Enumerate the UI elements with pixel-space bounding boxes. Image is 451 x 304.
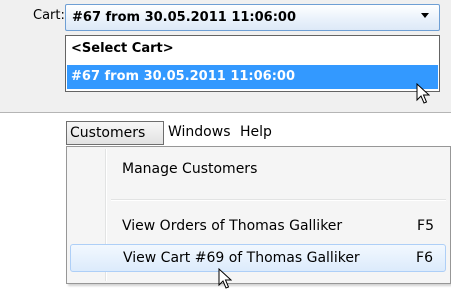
- menu-item-manage-customers[interactable]: Manage Customers: [70, 156, 446, 184]
- menu-item-shortcut: F5: [417, 218, 434, 234]
- panel-divider: [0, 112, 451, 113]
- cart-dropdown-list: <Select Cart> #67 from 30.05.2011 11:06:…: [65, 35, 440, 92]
- menu-item-view-orders[interactable]: View Orders of Thomas Galliker F5: [70, 213, 446, 241]
- menu-item-view-cart[interactable]: View Cart #69 of Thomas Galliker F6: [70, 244, 446, 272]
- menu-item-label: Manage Customers: [122, 161, 258, 177]
- menu-item-label: View Orders of Thomas Galliker: [122, 218, 343, 234]
- menu-customers[interactable]: Customers: [66, 121, 164, 145]
- cart-option-67[interactable]: #67 from 30.05.2011 11:06:00: [67, 65, 438, 89]
- mouse-pointer-icon: [218, 268, 232, 289]
- cart-panel: Cart: #67 from 30.05.2011 11:06:00 <Sele…: [0, 0, 451, 112]
- cart-label: Cart:: [33, 8, 65, 23]
- cart-option-select[interactable]: <Select Cart>: [67, 37, 438, 61]
- menu-separator: [111, 199, 446, 201]
- cart-combobox-value: #67 from 30.05.2011 11:06:00: [72, 10, 297, 25]
- menu-help[interactable]: Help: [240, 121, 272, 145]
- menu-item-label: View Cart #69 of Thomas Galliker: [123, 250, 360, 266]
- dropdown-arrow-icon[interactable]: [421, 13, 429, 18]
- cart-combobox[interactable]: #67 from 30.05.2011 11:06:00: [65, 4, 440, 31]
- customers-menu-popup: Manage Customers View Orders of Thomas G…: [66, 146, 451, 284]
- menu-item-shortcut: F6: [416, 250, 433, 266]
- mouse-pointer-icon: [416, 83, 430, 104]
- menu-windows[interactable]: Windows: [168, 121, 231, 145]
